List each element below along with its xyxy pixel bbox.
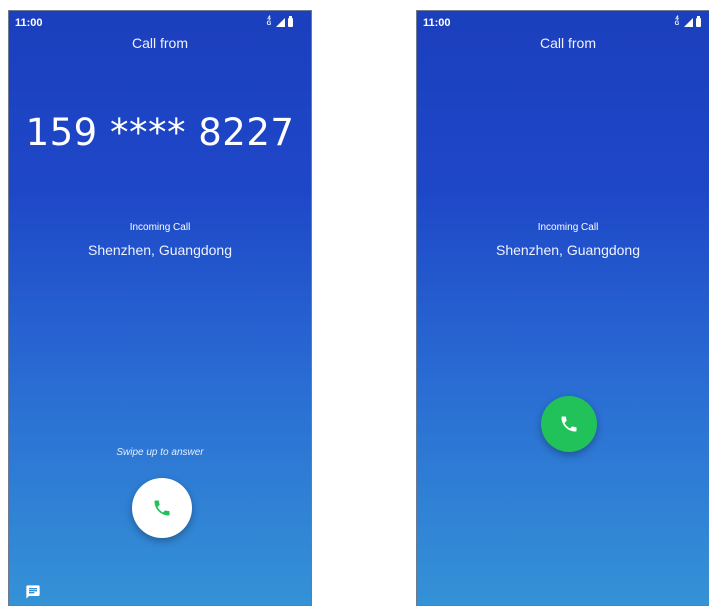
answer-call-button[interactable]	[541, 396, 597, 452]
screenshot-canvas: 11:00 4G Call from 159 **** 8227 Incomin…	[0, 0, 709, 609]
call-status-label: Incoming Call	[129, 222, 191, 233]
battery-icon	[696, 15, 701, 27]
call-from-label: Call from	[539, 35, 596, 51]
signal-icon	[684, 17, 693, 27]
message-icon[interactable]	[25, 584, 41, 600]
incoming-call-screen-left: 11:00 4G Call from 159 **** 8227 Incomin…	[8, 10, 312, 606]
answer-call-button[interactable]	[132, 478, 192, 538]
battery-icon	[288, 15, 293, 27]
network-type-icon: 4G	[674, 16, 680, 27]
status-icons: 4G	[673, 15, 701, 27]
network-type-icon: 4G	[266, 16, 272, 27]
phone-icon	[561, 416, 577, 432]
status-time: 11:00	[15, 17, 43, 29]
call-status-label: Incoming Call	[537, 222, 599, 233]
caller-location: Shenzhen, Guangdong	[87, 242, 232, 258]
status-icons: 4G	[265, 15, 293, 27]
signal-icon	[276, 17, 285, 27]
status-bar: 11:00 4G	[417, 11, 709, 29]
status-bar: 11:00 4G	[9, 11, 311, 29]
incoming-call-screen-right: 11:00 4G Call from Incoming Call Shenzhe…	[416, 10, 709, 606]
call-from-label: Call from	[131, 35, 188, 51]
caller-number: 159 **** 8227	[25, 111, 295, 154]
swipe-hint: Swipe up to answer	[116, 447, 204, 458]
phone-icon	[154, 500, 170, 516]
caller-location: Shenzhen, Guangdong	[495, 242, 640, 258]
status-time: 11:00	[423, 17, 451, 29]
